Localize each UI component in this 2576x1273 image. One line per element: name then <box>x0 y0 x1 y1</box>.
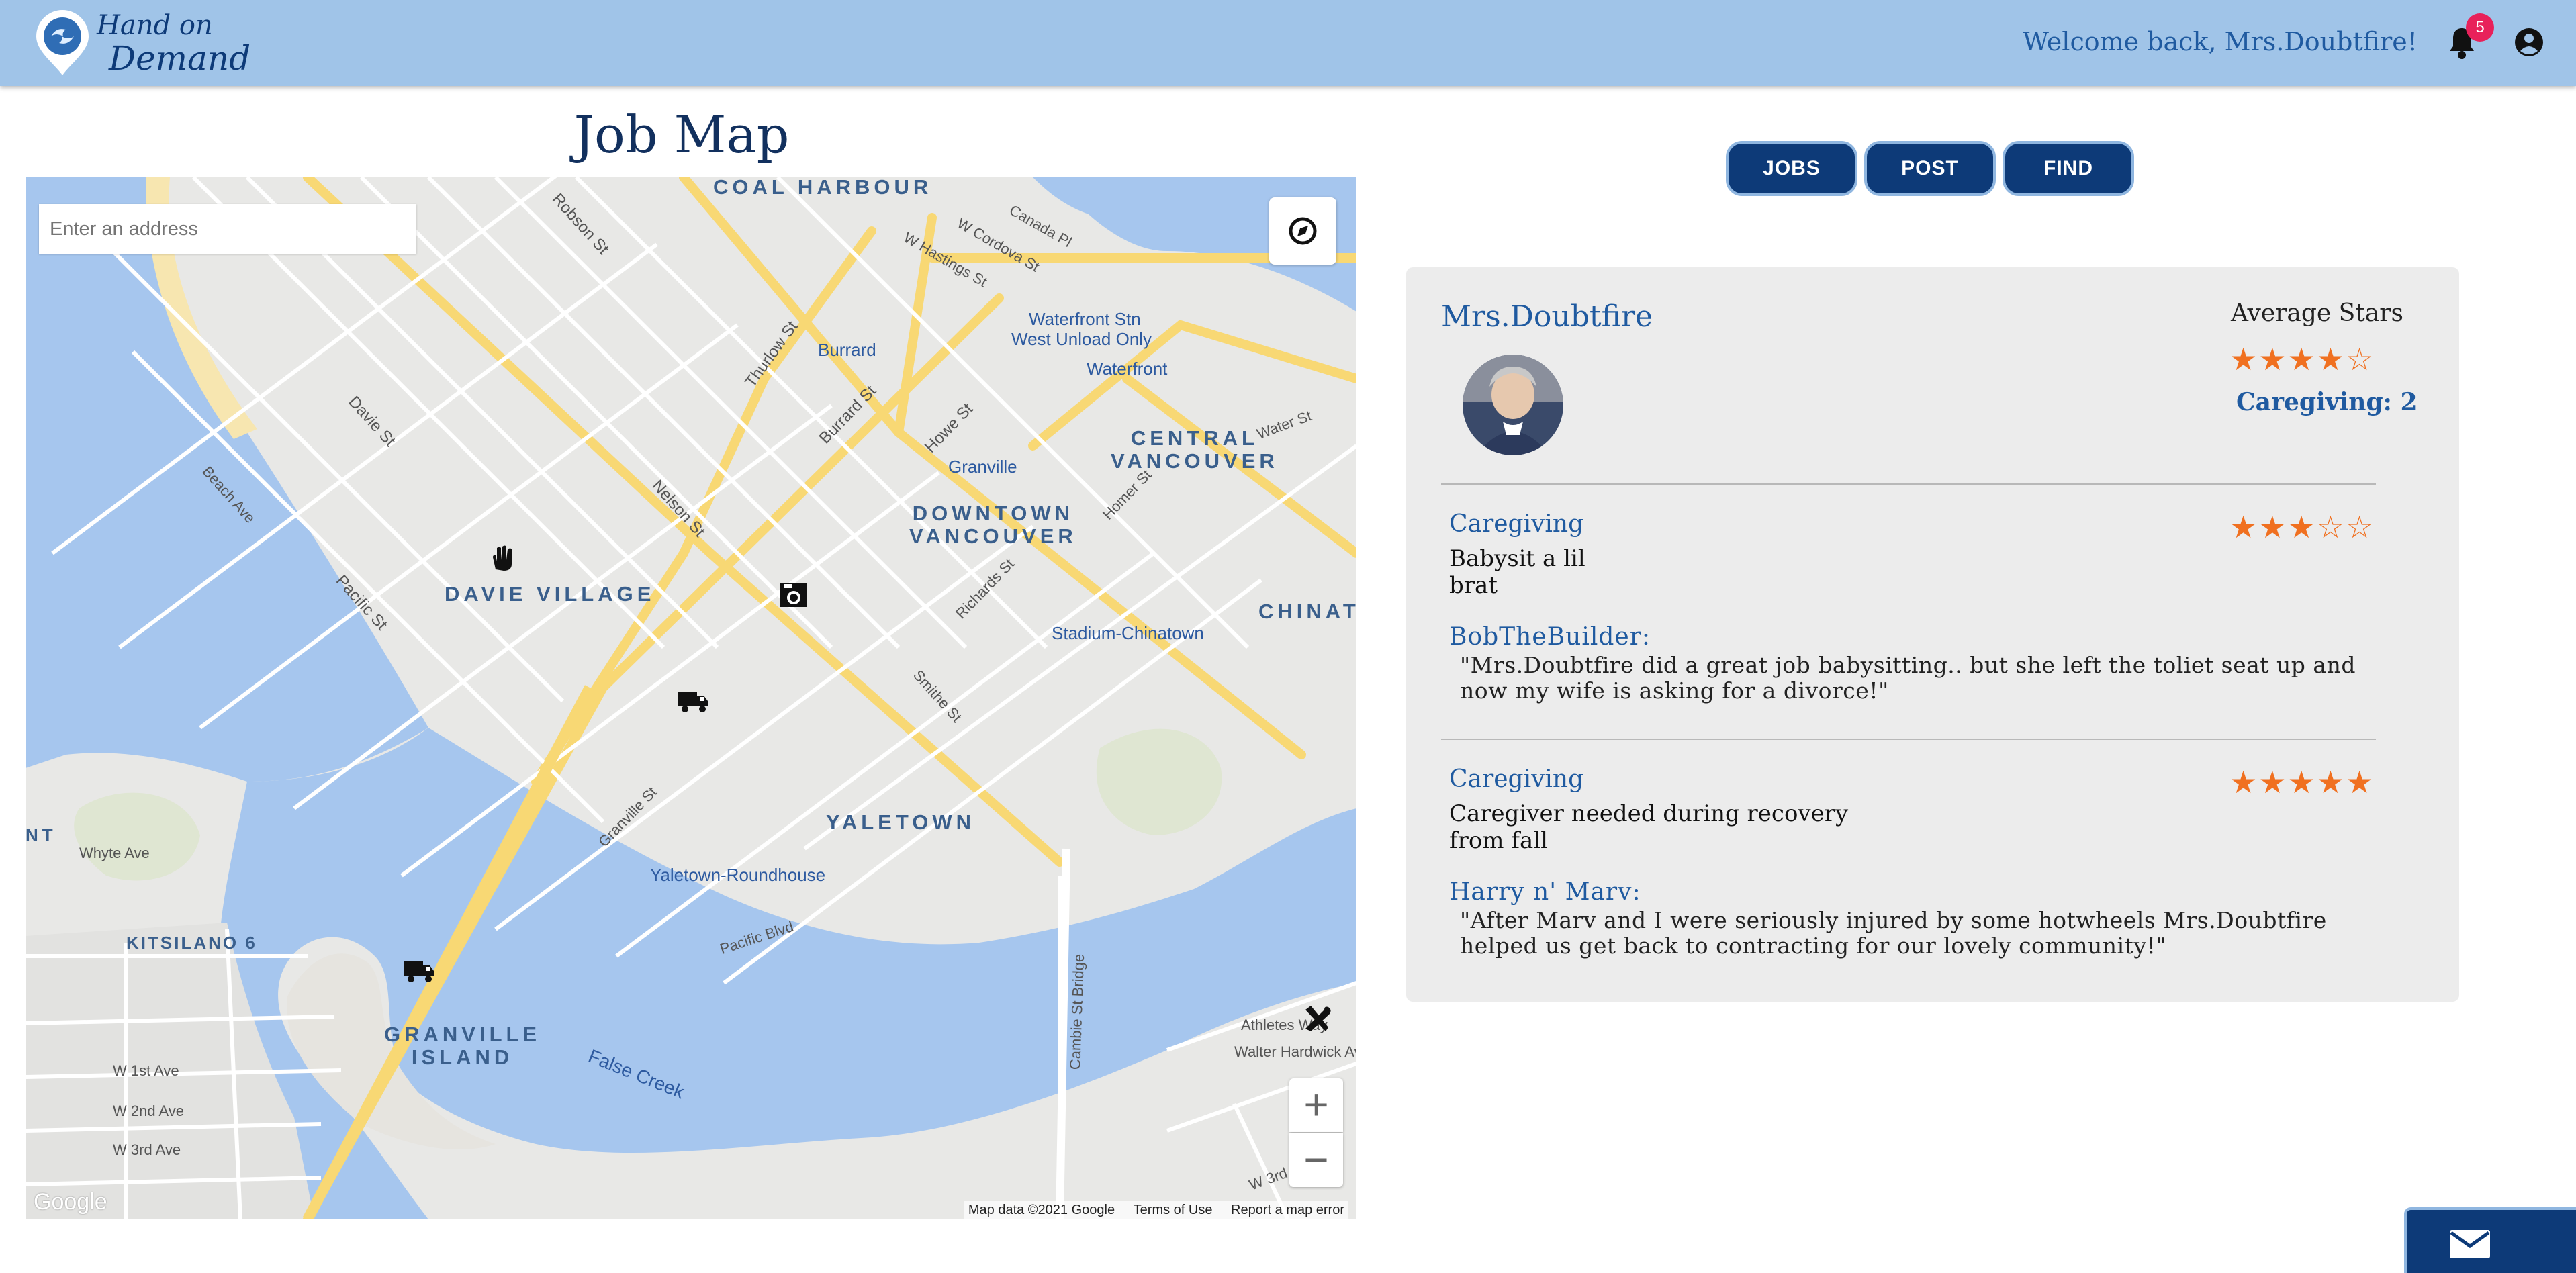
map-area-yaletown: YALETOWN <box>826 810 975 834</box>
job-map[interactable]: COAL HARBOUR CENTRAL VANCOUVER DOWNTOWN … <box>26 177 1356 1219</box>
logo-line-2: Demand <box>109 39 251 78</box>
average-star-rating: ★★★★☆ <box>2229 341 2375 377</box>
divider <box>1441 483 2376 485</box>
street-walter-hardwick: Walter Hardwick Ave <box>1234 1043 1356 1060</box>
profile-name: Mrs.Doubtfire <box>1441 299 1653 334</box>
star-filled-icon: ★ <box>2229 509 2259 545</box>
star-filled-icon: ★ <box>2287 341 2317 377</box>
map-attribution: Map data ©2021 Google Terms of Use Repor… <box>964 1201 1348 1219</box>
street-w1st: W 1st Ave <box>113 1062 179 1079</box>
notification-count-badge[interactable]: 5 <box>2466 13 2494 42</box>
skill-count: Caregiving: 2 <box>2236 388 2418 416</box>
map-area-coal-harbour: COAL HARBOUR <box>713 177 933 199</box>
map-area-downtown-line1: DOWNTOWN <box>912 502 1074 525</box>
find-button[interactable]: FIND <box>2003 141 2134 196</box>
top-header: Hand on Demand Welcome back, Mrs.Doubtfi… <box>0 0 2576 86</box>
welcome-message: Welcome back, Mrs.Doubtfire! <box>2022 27 2418 56</box>
star-filled-icon: ★ <box>2229 341 2259 377</box>
star-filled-icon: ★ <box>2316 341 2346 377</box>
post-button[interactable]: POST <box>1864 141 1996 196</box>
avatar <box>1463 355 1563 455</box>
divider <box>1441 739 2376 740</box>
review-author: Harry n' Marv: <box>1449 878 1641 906</box>
avatar-image <box>1463 355 1563 455</box>
logo-pin-icon <box>36 10 89 75</box>
my-location-button[interactable] <box>1269 197 1336 265</box>
star-filled-icon: ★ <box>2287 764 2317 800</box>
map-area-granville-island: GRANVILLE ISLAND <box>384 1023 541 1069</box>
map-area-chinatown: CHINAT <box>1258 600 1356 623</box>
map-area-davie-village: DAVIE VILLAGE <box>445 582 655 606</box>
street-w3rd: W 3rd Ave <box>113 1141 181 1158</box>
map-area-granville-line1: GRANVILLE <box>384 1023 541 1046</box>
map-area-granville-line2: ISLAND <box>411 1045 514 1070</box>
street-w2nd: W 2nd Ave <box>113 1102 184 1119</box>
star-empty-icon: ☆ <box>2346 509 2375 545</box>
review-category: Caregiving <box>1449 765 1584 793</box>
poi-yaletown-roundhouse: Yaletown-Roundhouse <box>650 865 826 885</box>
street-whyte: Whyte Ave <box>79 845 150 861</box>
map-area-kitsilano: KITSILANO 6 <box>126 933 257 953</box>
poi-burrard: Burrard <box>818 340 876 360</box>
google-logo: Google <box>34 1189 107 1215</box>
star-filled-icon: ★ <box>2258 509 2288 545</box>
star-empty-icon: ☆ <box>2346 341 2375 377</box>
map-area-nt: NT <box>26 825 57 845</box>
star-empty-icon: ☆ <box>2316 509 2346 545</box>
map-area-downtown: DOWNTOWN VANCOUVER <box>909 502 1077 548</box>
logo-text: Hand on Demand <box>97 12 250 75</box>
map-area-central-vancouver: CENTRAL VANCOUVER <box>1111 426 1279 473</box>
review-category: Caregiving <box>1449 510 1584 538</box>
logo-line-1: Hand on <box>97 10 213 41</box>
messages-button[interactable] <box>2404 1207 2576 1273</box>
poi-stadium-chinatown: Stadium-Chinatown <box>1052 623 1204 643</box>
average-stars-label: Average Stars <box>2231 299 2403 327</box>
review-star-rating: ★★★☆☆ <box>2229 509 2375 545</box>
review-job-title: Babysit a lil brat <box>1449 545 1585 599</box>
account-circle-icon[interactable] <box>2514 27 2544 58</box>
page-title: Job Map <box>573 105 790 164</box>
camera-marker-icon[interactable] <box>778 579 810 611</box>
review-star-rating: ★★★★★ <box>2229 764 2375 800</box>
star-filled-icon: ★ <box>2229 764 2259 800</box>
report-map-error-link[interactable]: Report a map error <box>1231 1203 1344 1217</box>
envelope-icon <box>2450 1230 2490 1258</box>
terms-of-use-link[interactable]: Terms of Use <box>1134 1203 1213 1217</box>
star-filled-icon: ★ <box>2346 764 2375 800</box>
map-area-downtown-line2: VANCOUVER <box>909 524 1077 549</box>
truck-marker-icon[interactable] <box>403 953 435 986</box>
review-author: BobTheBuilder: <box>1449 623 1651 651</box>
map-data-credit: Map data ©2021 Google <box>968 1203 1115 1217</box>
zoom-in-button[interactable]: + <box>1289 1078 1343 1132</box>
zoom-out-button[interactable]: − <box>1289 1133 1343 1187</box>
review-text: "After Marv and I were seriously injured… <box>1460 907 2327 959</box>
review-text: "Mrs.Doubtfire did a great job babysitti… <box>1460 652 2356 704</box>
truck-marker-icon[interactable] <box>677 683 709 716</box>
tools-marker-icon[interactable] <box>1301 1003 1334 1035</box>
poi-waterfront: Waterfront <box>1087 359 1168 379</box>
map-area-central-line1: CENTRAL <box>1130 426 1258 450</box>
hand-marker-icon[interactable] <box>486 543 518 575</box>
map-area-central-line2: VANCOUVER <box>1111 449 1279 473</box>
profile-panel: Mrs.Doubtfire Average Stars ★★★★☆ Caregi… <box>1406 267 2459 1002</box>
brand-logo[interactable]: Hand on Demand <box>32 9 250 77</box>
star-filled-icon: ★ <box>2258 341 2288 377</box>
review-job-title: Caregiver needed during recovery from fa… <box>1449 800 1849 854</box>
star-filled-icon: ★ <box>2316 764 2346 800</box>
compass-icon <box>1289 217 1317 245</box>
poi-granville: Granville <box>948 457 1017 477</box>
poi-west-unload: West Unload Only <box>1011 329 1152 349</box>
address-search-input[interactable] <box>39 204 416 254</box>
star-filled-icon: ★ <box>2258 764 2288 800</box>
star-filled-icon: ★ <box>2287 509 2317 545</box>
poi-waterfront-stn: Waterfront Stn <box>1029 309 1141 329</box>
jobs-button[interactable]: JOBS <box>1726 141 1857 196</box>
